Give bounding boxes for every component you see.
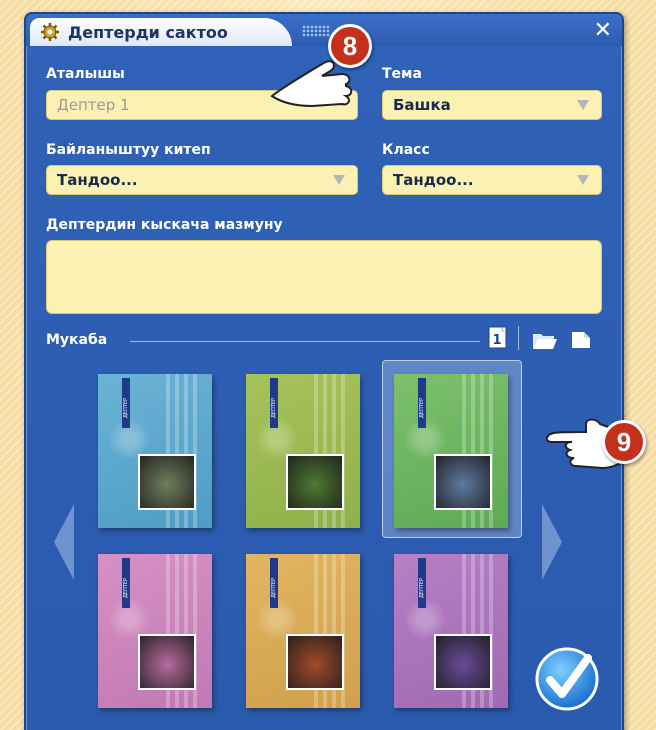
- cover-thumbnail[interactable]: ДЕПТЕР: [394, 374, 508, 528]
- cover-ribbon-text: ДЕПТЕР: [419, 397, 425, 418]
- next-covers-button[interactable]: [542, 504, 562, 580]
- chevron-down-icon: [577, 100, 589, 110]
- cover-thumbnail[interactable]: ДЕПТЕР: [246, 374, 360, 528]
- new-page-icon[interactable]: [570, 330, 592, 350]
- page-number-text: 1: [492, 333, 501, 348]
- name-label: Аталышы: [46, 66, 125, 82]
- class-select[interactable]: Тандоо...: [382, 165, 602, 195]
- book-label: Байланыштуу китеп: [46, 142, 211, 158]
- step-badge-9: 9: [602, 420, 646, 464]
- cover-photo-ladybug: [434, 634, 492, 690]
- page-number-icon[interactable]: 1: [488, 326, 508, 350]
- cover-ribbon: ДЕПТЕР: [270, 378, 278, 428]
- topic-value: Башка: [393, 96, 451, 114]
- cover-ribbon-text: ДЕПТЕР: [419, 577, 425, 598]
- summary-textarea[interactable]: [46, 240, 602, 314]
- cover-ribbon-text: ДЕПТЕР: [271, 397, 277, 418]
- summary-label: Дептердин кыскача мазмуну: [46, 217, 283, 233]
- book-value: Тандоо...: [57, 171, 138, 189]
- divider: [130, 341, 480, 342]
- dialog-title: Дептерди сактоо: [68, 22, 228, 42]
- cover-thumbnail[interactable]: ДЕПТЕР: [394, 554, 508, 708]
- cover-ribbon: ДЕПТЕР: [270, 558, 278, 608]
- cover-ribbon: ДЕПТЕР: [122, 378, 130, 428]
- book-select[interactable]: Тандоо...: [46, 165, 358, 195]
- cover-ribbon: ДЕПТЕР: [418, 558, 426, 608]
- cover-thumbnail[interactable]: ДЕПТЕР: [98, 374, 212, 528]
- cover-photo-flower: [138, 634, 196, 690]
- cover-ribbon-text: ДЕПТЕР: [123, 577, 129, 598]
- cover-thumbnail[interactable]: ДЕПТЕР: [246, 554, 360, 708]
- cover-photo-kingfisher: [138, 454, 196, 510]
- cover-ribbon-text: ДЕПТЕР: [271, 577, 277, 598]
- chevron-down-icon: [333, 175, 345, 185]
- chevron-down-icon: [577, 175, 589, 185]
- prev-covers-button[interactable]: [54, 504, 74, 580]
- save-notebook-dialog: Дептерди сактоо ✕ Аталышы Дептер 1 Тема …: [24, 12, 624, 730]
- cover-thumbnail[interactable]: ДЕПТЕР: [98, 554, 212, 708]
- cover-ribbon-text: ДЕПТЕР: [123, 397, 129, 418]
- drag-grip[interactable]: [302, 25, 330, 37]
- title-bar[interactable]: Дептерди сактоо ✕: [26, 14, 622, 46]
- class-label: Класс: [382, 142, 430, 158]
- cover-ribbon: ДЕПТЕР: [122, 558, 130, 608]
- cover-photo-frog: [286, 454, 344, 510]
- class-value: Тандоо...: [393, 171, 474, 189]
- title-tab: Дептерди сактоо: [30, 18, 292, 46]
- topic-select[interactable]: Башка: [382, 90, 602, 120]
- cover-photo-fox: [434, 454, 492, 510]
- confirm-button[interactable]: [532, 644, 602, 714]
- step-badge-8: 8: [328, 24, 372, 68]
- gear-icon: [41, 23, 59, 41]
- cover-section-label: Мукаба: [46, 332, 108, 348]
- topic-label: Тема: [382, 66, 422, 82]
- cover-photo-butterfly: [286, 634, 344, 690]
- folder-open-icon[interactable]: [532, 330, 558, 350]
- close-button[interactable]: ✕: [594, 18, 612, 43]
- toolbar-separator: [518, 326, 519, 350]
- cover-ribbon: ДЕПТЕР: [418, 378, 426, 428]
